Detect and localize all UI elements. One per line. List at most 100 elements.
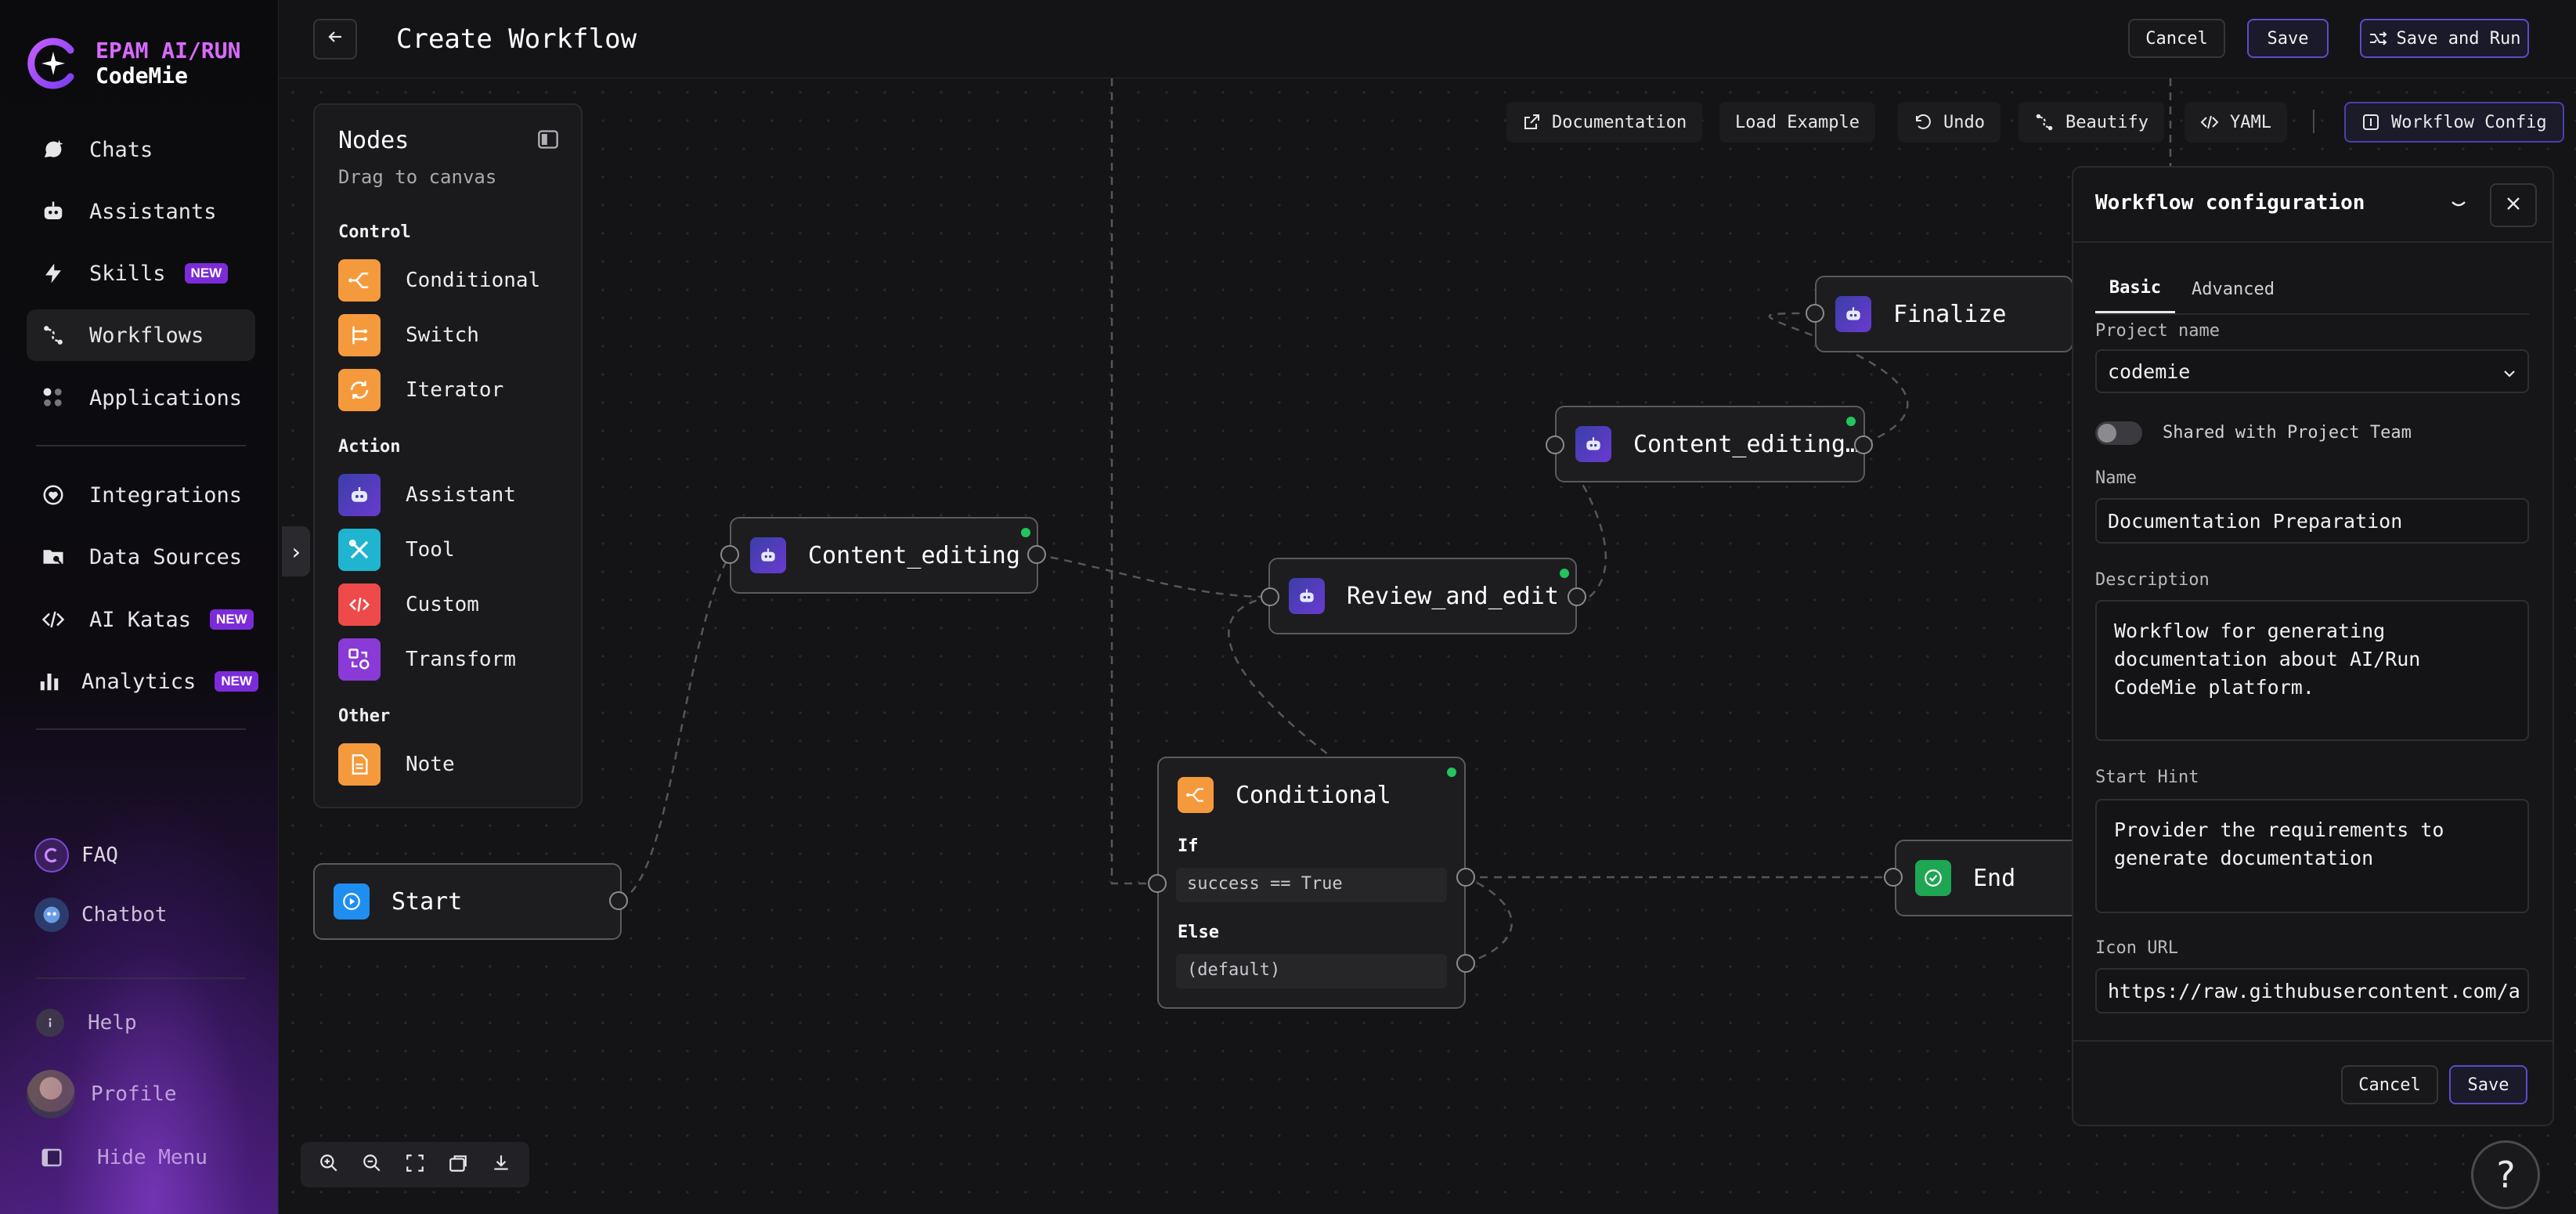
flow-node-content-editing-2[interactable]: Content_editing… xyxy=(1555,406,1865,482)
node-handle[interactable] xyxy=(1148,874,1167,893)
load-example-button[interactable]: Load Example xyxy=(1719,102,1875,143)
node-type-iterator[interactable]: Iterator xyxy=(338,368,503,412)
node-type-note[interactable]: Note xyxy=(338,742,455,786)
sidebar-item-workflows[interactable]: Workflows xyxy=(27,309,255,361)
sidebar-item-data-sources[interactable]: Data Sources xyxy=(27,531,255,583)
workflow-config-panel: Workflow configuration Basic Advanced Pr… xyxy=(2072,166,2554,1126)
avatar xyxy=(27,1070,75,1118)
sidebar-item-ai-katas[interactable]: AI Katas NEW xyxy=(27,594,255,645)
sidebar-item-integrations[interactable]: Integrations xyxy=(27,469,255,521)
node-label: Content_editing xyxy=(808,542,1020,569)
lock-layout-icon[interactable] xyxy=(448,1153,468,1176)
section-other-label: Other xyxy=(338,706,391,726)
download-icon[interactable] xyxy=(491,1153,511,1176)
node-handle[interactable] xyxy=(1854,435,1873,454)
fit-view-icon[interactable] xyxy=(405,1153,425,1176)
icon-url-input[interactable]: https://raw.githubusercontent.com/a xyxy=(2095,968,2529,1013)
save-and-run-button[interactable]: Save and Run xyxy=(2360,19,2529,58)
sidebar-hide-menu[interactable]: Hide Menu xyxy=(39,1145,207,1170)
brand-line1: EPAM AI/RUN xyxy=(96,38,241,63)
node-handle[interactable] xyxy=(609,891,628,910)
flow-node-start[interactable]: Start xyxy=(313,863,622,940)
faq-label: FAQ xyxy=(81,844,118,867)
save-button[interactable]: Save xyxy=(2247,19,2329,58)
flow-node-finalize[interactable]: Finalize xyxy=(1815,276,2073,352)
flow-node-review-and-edit[interactable]: Review_and_edit xyxy=(1268,558,1577,634)
sidebar-item-analytics[interactable]: Analytics NEW xyxy=(27,656,258,707)
flow-node-end[interactable]: End xyxy=(1895,840,2083,916)
status-dot xyxy=(1560,569,1569,578)
sidebar-item-label: Skills xyxy=(89,261,166,286)
sidebar-item-assistants[interactable]: Assistants xyxy=(27,186,255,237)
start-hint-textarea[interactable]: Provider the requirements to generate do… xyxy=(2095,799,2529,913)
zoom-out-icon[interactable] xyxy=(362,1153,382,1176)
description-textarea[interactable]: Workflow for generating documentation ab… xyxy=(2095,600,2529,741)
beautify-workflow-icon xyxy=(2034,112,2055,132)
heart-plug-icon xyxy=(38,479,69,511)
documentation-button[interactable]: Documentation xyxy=(1506,102,1703,143)
node-type-conditional[interactable]: Conditional xyxy=(338,258,540,302)
node-handle[interactable] xyxy=(1568,587,1586,606)
expand-sidebar-button[interactable]: › xyxy=(282,526,310,576)
sidebar-toggle-icon xyxy=(39,1145,64,1170)
sidebar-help[interactable]: Help xyxy=(36,1009,137,1037)
node-type-label: Note xyxy=(406,753,455,776)
node-handle[interactable] xyxy=(1261,587,1279,606)
collapse-config-button[interactable] xyxy=(2443,190,2474,221)
help-label: Help xyxy=(88,1011,137,1035)
flow-node-conditional[interactable]: Conditional If success == True Else (def… xyxy=(1157,757,1466,1009)
node-type-transform[interactable]: Transform xyxy=(338,638,516,681)
node-type-assistant[interactable]: Assistant xyxy=(338,473,516,517)
node-label: Start xyxy=(391,888,463,916)
else-expression[interactable]: (default) xyxy=(1176,954,1447,988)
brand-line2: CodeMie xyxy=(96,63,189,89)
undo-button[interactable]: Undo xyxy=(1898,102,2001,143)
code-icon xyxy=(38,604,69,635)
node-handle[interactable] xyxy=(1456,954,1475,973)
beautify-button[interactable]: Beautify xyxy=(2019,102,2164,143)
folder-search-icon xyxy=(38,541,69,573)
status-dot xyxy=(1846,417,1856,426)
chatbot-avatar-icon xyxy=(34,898,69,932)
zoom-in-icon[interactable] xyxy=(319,1153,339,1176)
brand[interactable]: EPAM AI/RUN CodeMie xyxy=(25,36,240,91)
yaml-button[interactable]: YAML xyxy=(2185,102,2287,143)
project-name-select[interactable]: codemie xyxy=(2095,349,2529,393)
tab-basic[interactable]: Basic xyxy=(2095,265,2175,313)
node-handle[interactable] xyxy=(1456,868,1475,887)
sidebar-item-label: Applications xyxy=(89,385,243,410)
shared-toggle[interactable] xyxy=(2095,421,2142,445)
save-and-run-label: Save and Run xyxy=(2396,28,2521,49)
sidebar-item-skills[interactable]: Skills NEW xyxy=(27,247,255,299)
node-type-tool[interactable]: Tool xyxy=(338,528,455,572)
help-button[interactable]: ? xyxy=(2471,1140,2540,1209)
new-badge: NEW xyxy=(215,671,258,692)
back-button[interactable] xyxy=(313,19,357,60)
sidebar-chatbot[interactable]: Chatbot xyxy=(34,898,168,932)
tab-advanced[interactable]: Advanced xyxy=(2183,265,2283,313)
new-badge: NEW xyxy=(184,263,229,284)
name-input[interactable]: Documentation Preparation xyxy=(2095,498,2529,544)
node-handle[interactable] xyxy=(1806,304,1824,323)
node-handle[interactable] xyxy=(1884,868,1903,887)
sidebar-profile[interactable]: Profile xyxy=(27,1070,177,1118)
transform-icon xyxy=(338,638,381,681)
node-handle[interactable] xyxy=(720,545,739,564)
node-type-switch[interactable]: Switch xyxy=(338,313,479,357)
workflow-config-button[interactable]: Workflow Config xyxy=(2344,102,2564,143)
node-label: Content_editing… xyxy=(1633,431,1860,458)
cancel-button[interactable]: Cancel xyxy=(2128,19,2225,58)
question-icon: ? xyxy=(2495,1154,2516,1196)
collapse-panel-icon[interactable] xyxy=(537,128,559,154)
node-handle[interactable] xyxy=(1546,435,1564,454)
if-expression[interactable]: success == True xyxy=(1176,868,1447,902)
node-type-custom[interactable]: Custom xyxy=(338,583,479,627)
config-cancel-button[interactable]: Cancel xyxy=(2341,1065,2438,1104)
sidebar-faq[interactable]: FAQ xyxy=(34,838,118,873)
flow-node-content-editing[interactable]: Content_editing xyxy=(730,517,1038,594)
close-config-button[interactable] xyxy=(2490,183,2537,227)
sidebar-item-applications[interactable]: Applications xyxy=(27,372,255,424)
node-handle[interactable] xyxy=(1027,545,1046,564)
sidebar-item-chats[interactable]: Chats xyxy=(27,124,255,175)
config-save-button[interactable]: Save xyxy=(2449,1065,2527,1104)
